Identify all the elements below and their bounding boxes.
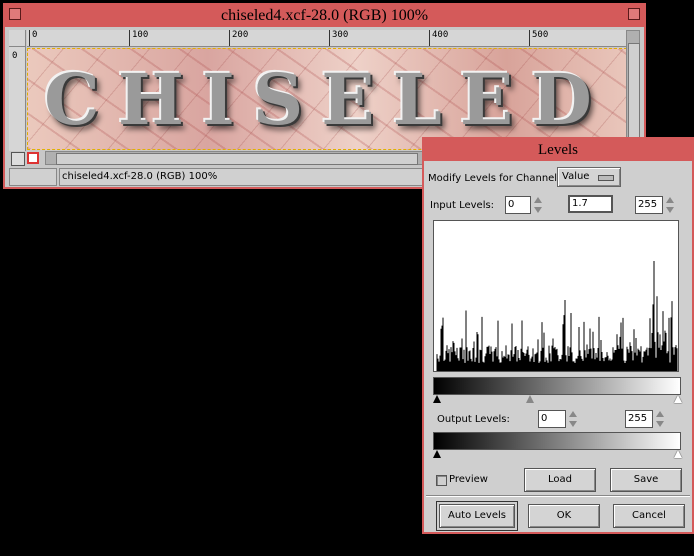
output-low-field[interactable]: 0: [538, 410, 566, 428]
load-button[interactable]: Load: [524, 468, 596, 492]
scroll-thumb[interactable]: [628, 43, 640, 141]
cancel-button[interactable]: Cancel: [613, 504, 685, 528]
ruler-mark: 500: [532, 30, 549, 40]
output-gradient-bar: [433, 432, 681, 450]
horizontal-ruler[interactable]: 0 100 200 300 400 500: [27, 30, 627, 47]
output-levels-label: Output Levels:: [437, 414, 510, 425]
image-window-title: chiseled4.xcf-28.0 (RGB) 100%: [220, 7, 429, 24]
ruler-mark: 200: [232, 30, 249, 40]
output-high-spinner-icon[interactable]: [656, 410, 665, 428]
vertical-scrollbar[interactable]: [626, 30, 640, 150]
ok-button[interactable]: OK: [528, 504, 600, 528]
output-low-spinner-icon[interactable]: [569, 410, 578, 428]
input-gamma-slider[interactable]: [526, 395, 534, 403]
histogram[interactable]: [433, 220, 679, 372]
channel-select[interactable]: Value: [557, 167, 621, 187]
preview-checkbox[interactable]: [436, 475, 447, 486]
quick-mask-icon[interactable]: [27, 152, 39, 164]
ruler-mark: 100: [132, 30, 149, 40]
ruler-mark: 0: [12, 51, 18, 61]
histogram-graph: [436, 260, 678, 371]
auto-levels-button[interactable]: Auto Levels: [436, 501, 518, 531]
input-black-slider[interactable]: [433, 395, 441, 403]
canvas-text: CHISELED: [44, 57, 610, 141]
output-black-slider[interactable]: [433, 450, 441, 458]
vertical-ruler[interactable]: 0: [9, 47, 26, 151]
output-high-field[interactable]: 255: [625, 410, 653, 428]
image-canvas[interactable]: CHISELED: [27, 48, 627, 150]
input-white-slider[interactable]: [674, 395, 682, 403]
channel-label: Modify Levels for Channel:: [428, 173, 561, 184]
ruler-mark: 300: [332, 30, 349, 40]
maximize-icon[interactable]: [628, 8, 640, 20]
input-levels-label: Input Levels:: [430, 200, 495, 211]
ruler-mark: 400: [432, 30, 449, 40]
input-gamma-field[interactable]: 1.7: [568, 195, 613, 213]
window-menu-icon[interactable]: [9, 8, 21, 20]
levels-dialog: Levels Modify Levels for Channel: Value …: [422, 137, 694, 534]
status-text: chiseled4.xcf-28.0 (RGB) 100%: [59, 168, 431, 186]
input-low-field[interactable]: 0: [505, 196, 531, 214]
horizontal-scrollbar[interactable]: [45, 151, 427, 165]
ruler-corner-menu-icon[interactable]: [9, 30, 26, 47]
input-high-spinner-icon[interactable]: [666, 196, 675, 214]
preview-label: Preview: [449, 474, 488, 485]
input-high-field[interactable]: 255: [635, 196, 663, 214]
ruler-mark: 0: [32, 30, 38, 40]
image-window-titlebar[interactable]: chiseled4.xcf-28.0 (RGB) 100%: [5, 5, 644, 27]
levels-titlebar[interactable]: Levels: [424, 139, 692, 161]
output-white-slider[interactable]: [674, 450, 682, 458]
option-menu-indicator-icon: [598, 175, 614, 181]
levels-title: Levels: [538, 142, 578, 158]
input-low-spinner-icon[interactable]: [534, 196, 543, 214]
pointer-coords: [9, 168, 57, 186]
scroll-thumb[interactable]: [56, 153, 418, 165]
save-button[interactable]: Save: [610, 468, 682, 492]
channel-select-value: Value: [562, 171, 590, 182]
button-separator: [426, 495, 690, 497]
navigate-icon[interactable]: [11, 152, 25, 166]
input-gradient-bar: [433, 377, 681, 395]
